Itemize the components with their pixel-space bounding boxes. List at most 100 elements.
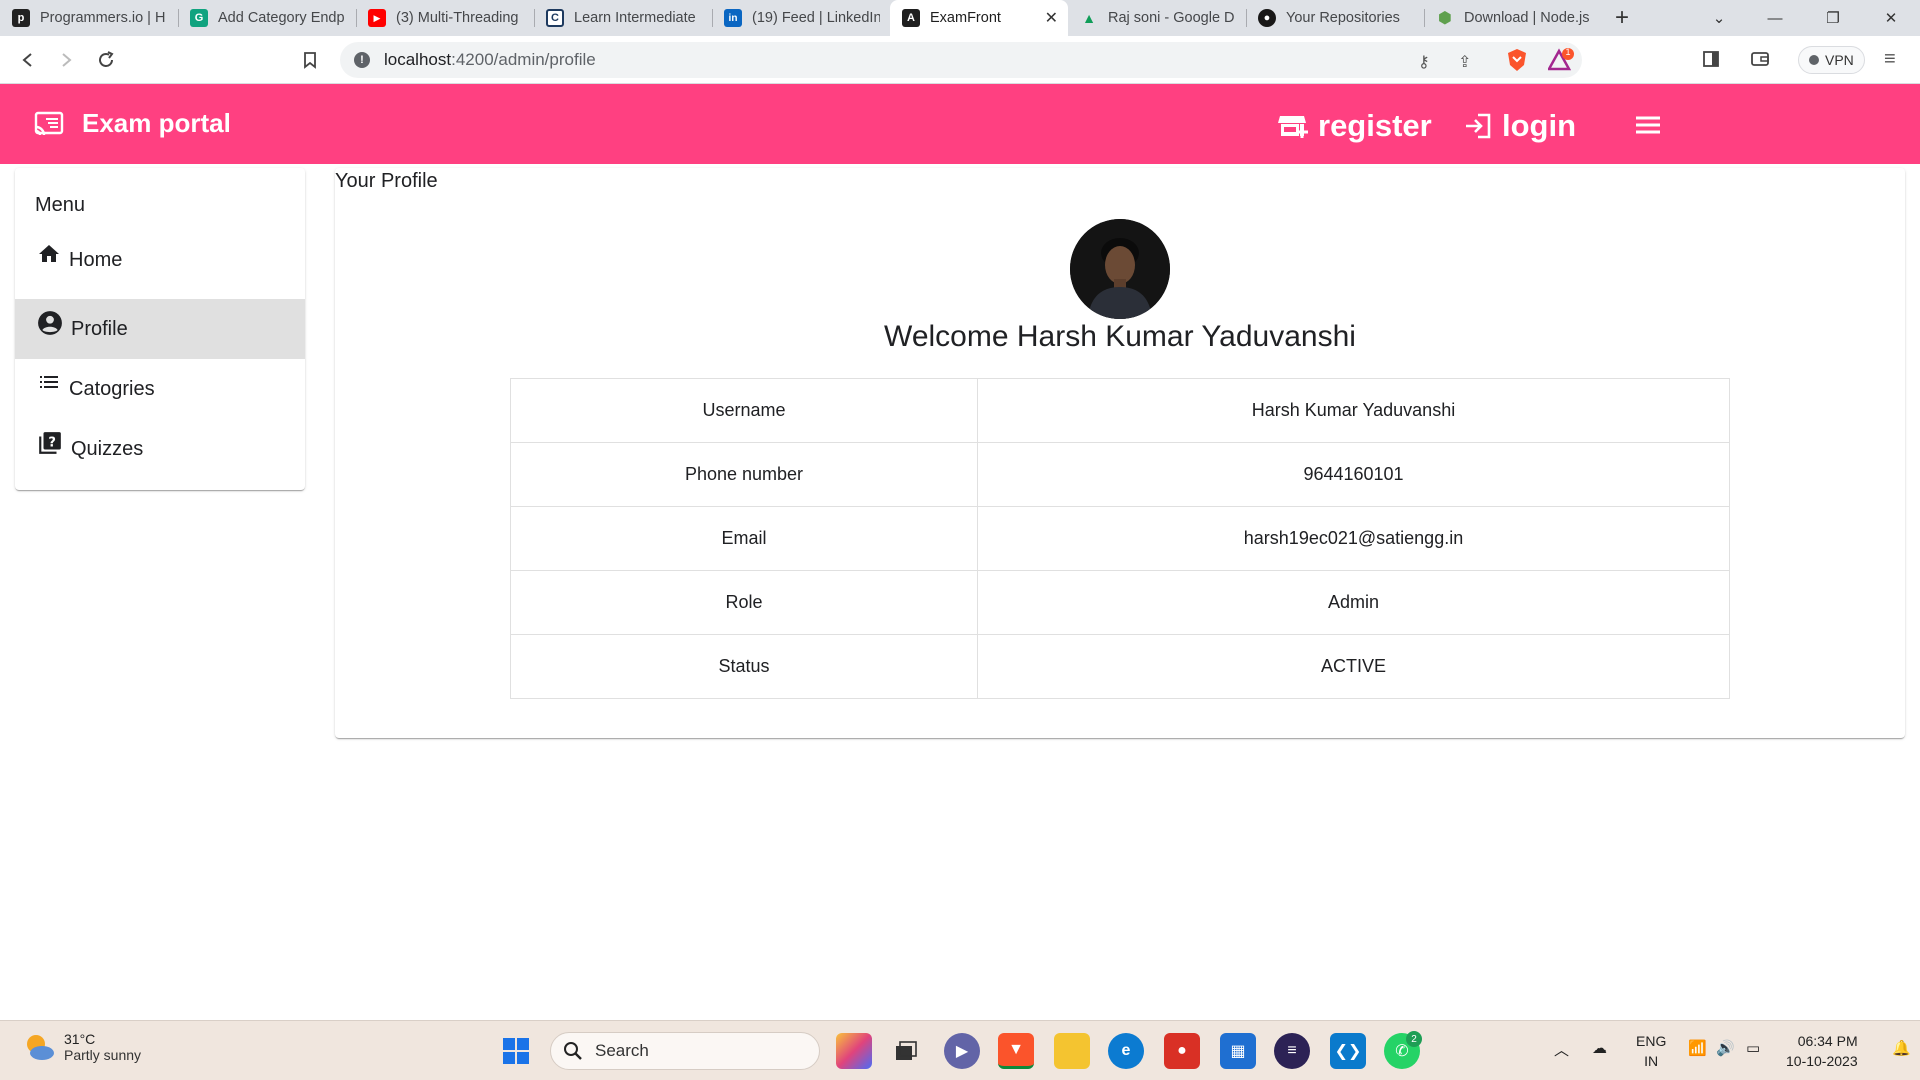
share-icon[interactable]: ⇪: [1458, 52, 1471, 72]
language-indicator[interactable]: ENG IN: [1636, 1031, 1666, 1071]
app-toolbar: Exam portal register login: [0, 84, 1920, 164]
status-label: Status: [510, 634, 978, 699]
brave-rewards-icon[interactable]: 1: [1546, 47, 1574, 77]
task-view-icon[interactable]: [888, 1033, 924, 1069]
role-value: Admin: [977, 570, 1730, 635]
vscode-icon[interactable]: ❮❯: [1330, 1033, 1366, 1069]
login-icon: [1466, 113, 1491, 139]
site-info-icon[interactable]: !: [354, 52, 370, 68]
teams-chat-icon[interactable]: ▶: [944, 1033, 980, 1069]
minimize-button[interactable]: —: [1752, 0, 1798, 36]
taskbar-search[interactable]: Search: [550, 1032, 820, 1070]
browser-tab[interactable]: p Programmers.io | H: [0, 0, 178, 36]
sidebar-toggle-icon[interactable]: [1702, 50, 1720, 73]
register-button[interactable]: register: [1278, 108, 1432, 144]
sidebar-item-quizzes[interactable]: ? Quizzes: [15, 419, 305, 479]
sidebar-item-label: Profile: [71, 317, 128, 340]
recorder-icon[interactable]: ●: [1164, 1033, 1200, 1069]
notification-icon[interactable]: 🔔: [1892, 1039, 1911, 1057]
linkedin-favicon-icon: in: [724, 9, 742, 27]
file-explorer-icon[interactable]: [1054, 1033, 1090, 1069]
browser-tab-active[interactable]: A ExamFront ✕: [890, 0, 1068, 36]
status-value: ACTIVE: [977, 634, 1730, 699]
clock-date: 10-10-2023: [1786, 1053, 1858, 1069]
table-row: Email harsh19ec021@satiengg.in: [510, 506, 1730, 571]
table-row: Status ACTIVE: [510, 634, 1730, 699]
vpn-button[interactable]: VPN: [1798, 46, 1865, 74]
forward-button[interactable]: [52, 46, 80, 74]
address-bar[interactable]: ! localhost:4200/admin/profile: [340, 42, 1582, 78]
sidebar: Menu Home Profile Catogries ? Quizzes: [15, 168, 305, 490]
phone-label: Phone number: [510, 442, 978, 507]
show-hidden-icons-chevron-icon[interactable]: ︿: [1554, 1039, 1569, 1060]
region-label: IN: [1644, 1053, 1659, 1069]
url-host: localhost: [384, 50, 452, 69]
store-icon[interactable]: ▦: [1220, 1033, 1256, 1069]
weather-description: Partly sunny: [64, 1047, 142, 1063]
brave-rewards-badge: 1: [1565, 47, 1571, 57]
welcome-heading: Welcome Harsh Kumar Yaduvanshi: [884, 320, 1356, 353]
avatar: [1070, 219, 1170, 319]
restore-button[interactable]: ❐: [1810, 0, 1856, 36]
account-circle-icon: [38, 311, 62, 335]
sidebar-item-profile[interactable]: Profile: [15, 299, 305, 359]
profile-card: Your Profile Welcome Harsh Kumar Yaduvan…: [335, 168, 1905, 738]
browser-tab[interactable]: ▲ Raj soni - Google D: [1068, 0, 1246, 36]
sidebar-item-label: Quizzes: [71, 437, 144, 460]
browser-tab[interactable]: ● Your Repositories: [1246, 0, 1424, 36]
brave-shield-icon[interactable]: [1506, 48, 1528, 77]
browser-tab[interactable]: G Add Category Endp: [178, 0, 356, 36]
login-button[interactable]: login: [1464, 108, 1576, 144]
windows-start-icon[interactable]: [498, 1033, 534, 1069]
close-tab-icon[interactable]: ✕: [1045, 8, 1058, 28]
username-value: Harsh Kumar Yaduvanshi: [977, 378, 1730, 443]
youtube-favicon-icon: ▶: [368, 9, 386, 27]
sidebar-title: Menu: [35, 194, 86, 216]
edge-icon[interactable]: e: [1108, 1033, 1144, 1069]
new-tab-button[interactable]: +: [1602, 0, 1642, 36]
weather-temperature: 31°C: [64, 1031, 96, 1047]
copilot-icon[interactable]: [836, 1033, 872, 1069]
browser-tab[interactable]: ⬢ Download | Node.js: [1424, 0, 1602, 36]
key-icon[interactable]: ⚷: [1418, 52, 1430, 72]
weather-widget[interactable]: 31°C Partly sunny: [22, 1031, 141, 1063]
wallet-icon[interactable]: [1750, 50, 1770, 73]
bookmark-icon[interactable]: [296, 46, 324, 74]
github-favicon-icon: ●: [1258, 9, 1276, 27]
partly-sunny-icon: [27, 1035, 54, 1060]
list-icon: [40, 376, 58, 388]
sidebar-item-categories[interactable]: Catogries: [15, 359, 305, 419]
storefront-icon: [1278, 116, 1308, 138]
close-window-button[interactable]: ✕: [1868, 0, 1914, 36]
brand[interactable]: Exam portal: [34, 108, 231, 139]
back-button[interactable]: [14, 46, 42, 74]
url-path: :4200/admin/profile: [451, 50, 596, 69]
sidebar-item-label: Catogries: [69, 377, 155, 400]
browser-tab[interactable]: ▶ (3) Multi-Threading: [356, 0, 534, 36]
browser-tab[interactable]: C Learn Intermediate: [534, 0, 712, 36]
browser-toolbar: ! localhost:4200/admin/profile ⚷ ⇪ 1 VPN…: [0, 36, 1920, 84]
sidebar-item-label: Home: [69, 248, 123, 271]
browser-tab[interactable]: in (19) Feed | LinkedIn: [712, 0, 890, 36]
angular-favicon-icon: A: [902, 9, 920, 27]
role-label: Role: [510, 570, 978, 635]
battery-icon[interactable]: ▭: [1746, 1039, 1760, 1057]
table-row: Phone number 9644160101: [510, 442, 1730, 507]
sidebar-item-home[interactable]: Home: [15, 230, 305, 290]
eclipse-icon[interactable]: ≡: [1274, 1033, 1310, 1069]
phone-value: 9644160101: [977, 442, 1730, 507]
browser-tab-strip: p Programmers.io | H G Add Category Endp ▶…: [0, 0, 1920, 36]
username-label: Username: [510, 378, 978, 443]
email-value: harsh19ec021@satiengg.in: [977, 506, 1730, 571]
onedrive-cloud-icon[interactable]: ☁: [1592, 1039, 1607, 1057]
reload-button[interactable]: [92, 46, 120, 74]
volume-icon[interactable]: 🔊: [1716, 1039, 1735, 1057]
system-clock[interactable]: 06:34 PM 10-10-2023: [1786, 1031, 1858, 1071]
hamburger-menu-icon[interactable]: [1636, 116, 1660, 139]
tab-search-chevron-icon[interactable]: ⌄: [1696, 0, 1742, 36]
language-label: ENG: [1636, 1033, 1667, 1049]
wifi-icon[interactable]: 📶: [1688, 1039, 1707, 1057]
brave-browser-taskbar-icon[interactable]: ▼: [998, 1033, 1034, 1069]
browser-menu-icon[interactable]: ≡: [1884, 48, 1896, 71]
nodejs-favicon-icon: ⬢: [1438, 10, 1452, 27]
